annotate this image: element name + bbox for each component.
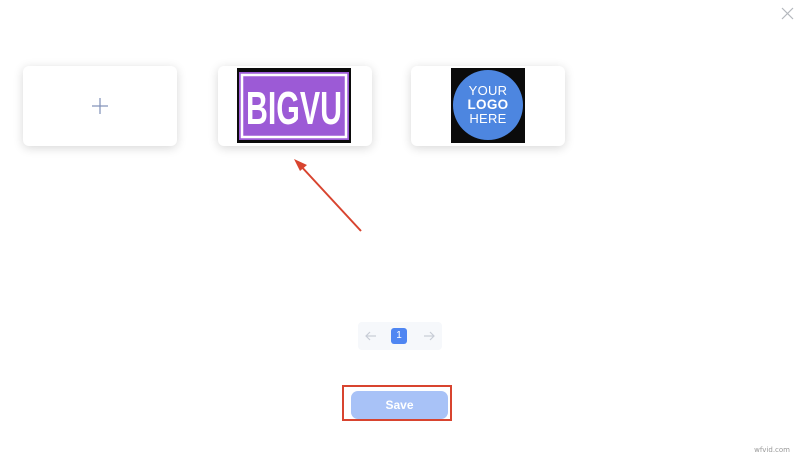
plus-icon bbox=[92, 98, 108, 114]
placeholder-logo-image: YOUR LOGO HERE bbox=[451, 68, 525, 143]
logo-text-line-2: LOGO bbox=[467, 97, 509, 112]
arrow-left-icon bbox=[365, 331, 376, 341]
bigvu-logo-text: BIGVU bbox=[246, 82, 342, 134]
add-logo-card[interactable] bbox=[23, 66, 177, 146]
logo-text-line-3: HERE bbox=[469, 111, 507, 126]
next-page-button[interactable] bbox=[421, 328, 437, 344]
save-button[interactable]: Save bbox=[351, 391, 448, 419]
logo-circle: YOUR LOGO HERE bbox=[453, 70, 523, 140]
pagination: 1 bbox=[358, 322, 442, 350]
logo-text-line-1: YOUR bbox=[468, 83, 508, 98]
arrow-right-icon bbox=[424, 331, 435, 341]
logo-card-placeholder[interactable]: YOUR LOGO HERE bbox=[411, 66, 565, 146]
current-page[interactable]: 1 bbox=[391, 328, 407, 344]
annotation-arrow bbox=[294, 159, 362, 232]
close-icon bbox=[781, 7, 794, 20]
logo-card-bigvu[interactable]: BIGVU bbox=[218, 66, 372, 146]
close-button[interactable] bbox=[780, 6, 796, 22]
prev-page-button[interactable] bbox=[363, 328, 379, 344]
watermark: wfvid.com bbox=[754, 446, 790, 454]
bigvu-logo-image: BIGVU bbox=[237, 68, 351, 143]
